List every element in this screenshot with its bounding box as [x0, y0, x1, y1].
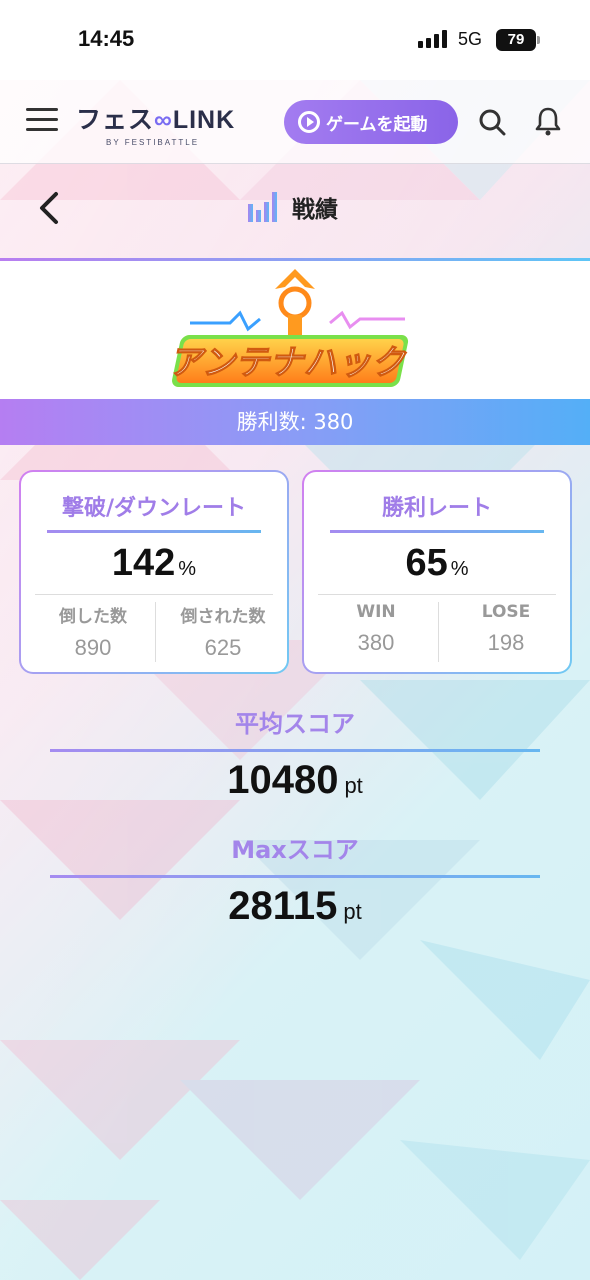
wins-count: 勝利数: 380: [0, 399, 590, 445]
win-rate-value: 65: [405, 542, 448, 584]
win-value: 380: [357, 630, 395, 655]
average-score-label: 平均スコア: [235, 710, 355, 738]
search-icon[interactable]: [478, 108, 506, 136]
win-rate-unit: %: [450, 558, 469, 580]
logo-subtitle: BY FESTIBATTLE: [106, 138, 200, 147]
logo-right: LINK: [172, 106, 236, 134]
average-score-unit: pt: [344, 773, 363, 798]
max-score-unit: pt: [343, 899, 362, 924]
deaths-value: 625: [204, 635, 242, 660]
logo-left: フェス: [76, 106, 155, 134]
defeat-rate-card: 撃破/ダウンレート 142% 倒した数 890 倒された数 625: [19, 470, 289, 674]
max-score-label: Maxスコア: [231, 836, 359, 864]
win-rate-card: 勝利レート 65% WIN 380 LOSE 198: [302, 470, 572, 674]
average-score-value: 10480: [227, 758, 339, 802]
page-title: 戦績: [292, 197, 338, 223]
lose-value: 198: [487, 630, 525, 655]
average-score: 平均スコア 10480 pt: [50, 704, 540, 803]
play-icon: [298, 111, 320, 133]
game-banner: アンテナハック: [0, 261, 590, 399]
page-titlebar: 戦績: [0, 164, 590, 258]
win-rate-title: 勝利レート: [381, 496, 492, 521]
defeat-rate-value: 142: [111, 542, 176, 584]
max-score: Maxスコア 28115 pt: [50, 830, 540, 929]
battery-icon: 79: [496, 29, 540, 51]
bell-icon[interactable]: [534, 106, 562, 136]
infinity-icon: ∞: [154, 106, 173, 134]
launch-game-button[interactable]: ゲームを起動: [284, 100, 458, 144]
signal-icon: [418, 30, 447, 48]
game-logo-text: アンテナハック: [170, 343, 412, 383]
lose-label: LOSE: [481, 602, 531, 622]
status-time: 14:45: [78, 26, 135, 51]
kills-value: 890: [74, 635, 112, 660]
status-bar: 14:45 5G 79: [0, 0, 590, 80]
defeat-rate-title: 撃破/ダウンレート: [61, 496, 247, 521]
launch-game-label: ゲームを起動: [326, 114, 428, 135]
stats-icon: [246, 192, 282, 224]
defeat-rate-unit: %: [178, 558, 197, 580]
max-score-value: 28115: [228, 884, 338, 928]
deaths-label: 倒された数: [180, 607, 266, 627]
back-icon[interactable]: [34, 188, 64, 228]
kills-label: 倒した数: [59, 607, 127, 627]
game-logo: アンテナハック: [170, 269, 413, 387]
network-label: 5G: [458, 29, 483, 49]
app-logo[interactable]: フェス∞LINK BY FESTIBATTLE: [76, 100, 256, 150]
win-label: WIN: [356, 602, 396, 622]
menu-icon[interactable]: [26, 108, 58, 134]
app-header: フェス∞LINK BY FESTIBATTLE ゲームを起動: [0, 80, 590, 164]
